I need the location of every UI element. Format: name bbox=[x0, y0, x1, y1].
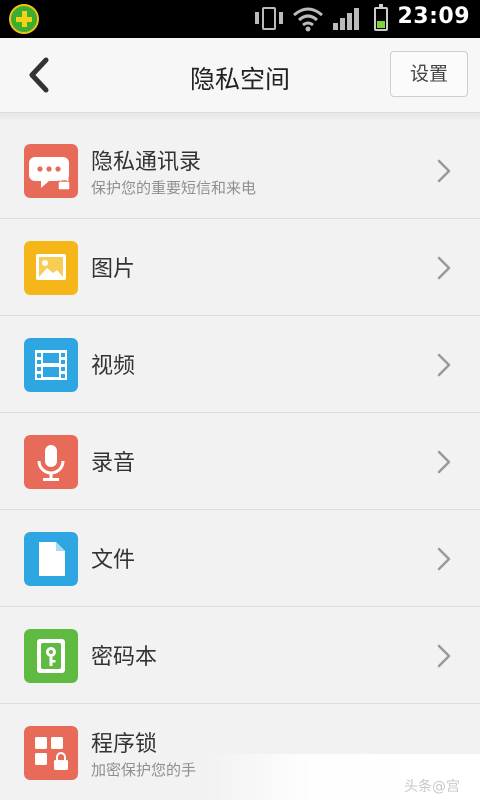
item-title: 视频 bbox=[91, 354, 136, 379]
file-icon bbox=[24, 532, 78, 586]
item-title: 程序锁 bbox=[91, 732, 158, 757]
watermark: 头条@宫 bbox=[404, 779, 460, 795]
battery-icon bbox=[374, 4, 388, 31]
list-item-files[interactable]: 文件 bbox=[0, 510, 480, 607]
item-title: 隐私通讯录 bbox=[91, 150, 202, 175]
vibrate-icon bbox=[255, 7, 283, 30]
item-title: 密码本 bbox=[91, 645, 158, 670]
security-app-logo-icon bbox=[9, 4, 39, 34]
contacts-lock-icon bbox=[24, 144, 78, 198]
header-divider bbox=[0, 113, 480, 122]
list-item-pictures[interactable]: 图片 bbox=[0, 219, 480, 316]
film-icon bbox=[24, 338, 78, 392]
list-item-videos[interactable]: 视频 bbox=[0, 316, 480, 413]
list-item-private-contacts[interactable]: 隐私通讯录 保护您的重要短信和来电 bbox=[0, 122, 480, 219]
signal-strength-icon bbox=[333, 8, 359, 30]
app-lock-icon bbox=[24, 726, 78, 780]
item-subtitle: 加密保护您的手 bbox=[91, 761, 197, 779]
chevron-right-icon bbox=[437, 644, 451, 668]
settings-button[interactable]: 设置 bbox=[390, 51, 468, 97]
chevron-right-icon bbox=[437, 159, 451, 183]
chevron-right-icon bbox=[437, 256, 451, 280]
item-title: 文件 bbox=[91, 548, 136, 573]
key-book-icon bbox=[24, 629, 78, 683]
title-bar: 隐私空间 设置 bbox=[0, 38, 480, 113]
status-bar: 23:09 bbox=[0, 0, 480, 38]
privacy-space-list: 隐私通讯录 保护您的重要短信和来电 图片 视频 录音 文件 密码本 程序锁 加密… bbox=[0, 122, 480, 800]
item-title: 图片 bbox=[91, 257, 136, 282]
list-item-recordings[interactable]: 录音 bbox=[0, 413, 480, 510]
image-icon bbox=[24, 241, 78, 295]
microphone-icon bbox=[24, 435, 78, 489]
wifi-icon bbox=[293, 7, 323, 32]
chevron-right-icon bbox=[437, 353, 451, 377]
item-title: 录音 bbox=[91, 451, 136, 476]
status-time: 23:09 bbox=[397, 4, 470, 29]
chevron-right-icon bbox=[437, 450, 451, 474]
item-subtitle: 保护您的重要短信和来电 bbox=[91, 179, 257, 197]
list-item-password-book[interactable]: 密码本 bbox=[0, 607, 480, 704]
chevron-right-icon bbox=[437, 547, 451, 571]
